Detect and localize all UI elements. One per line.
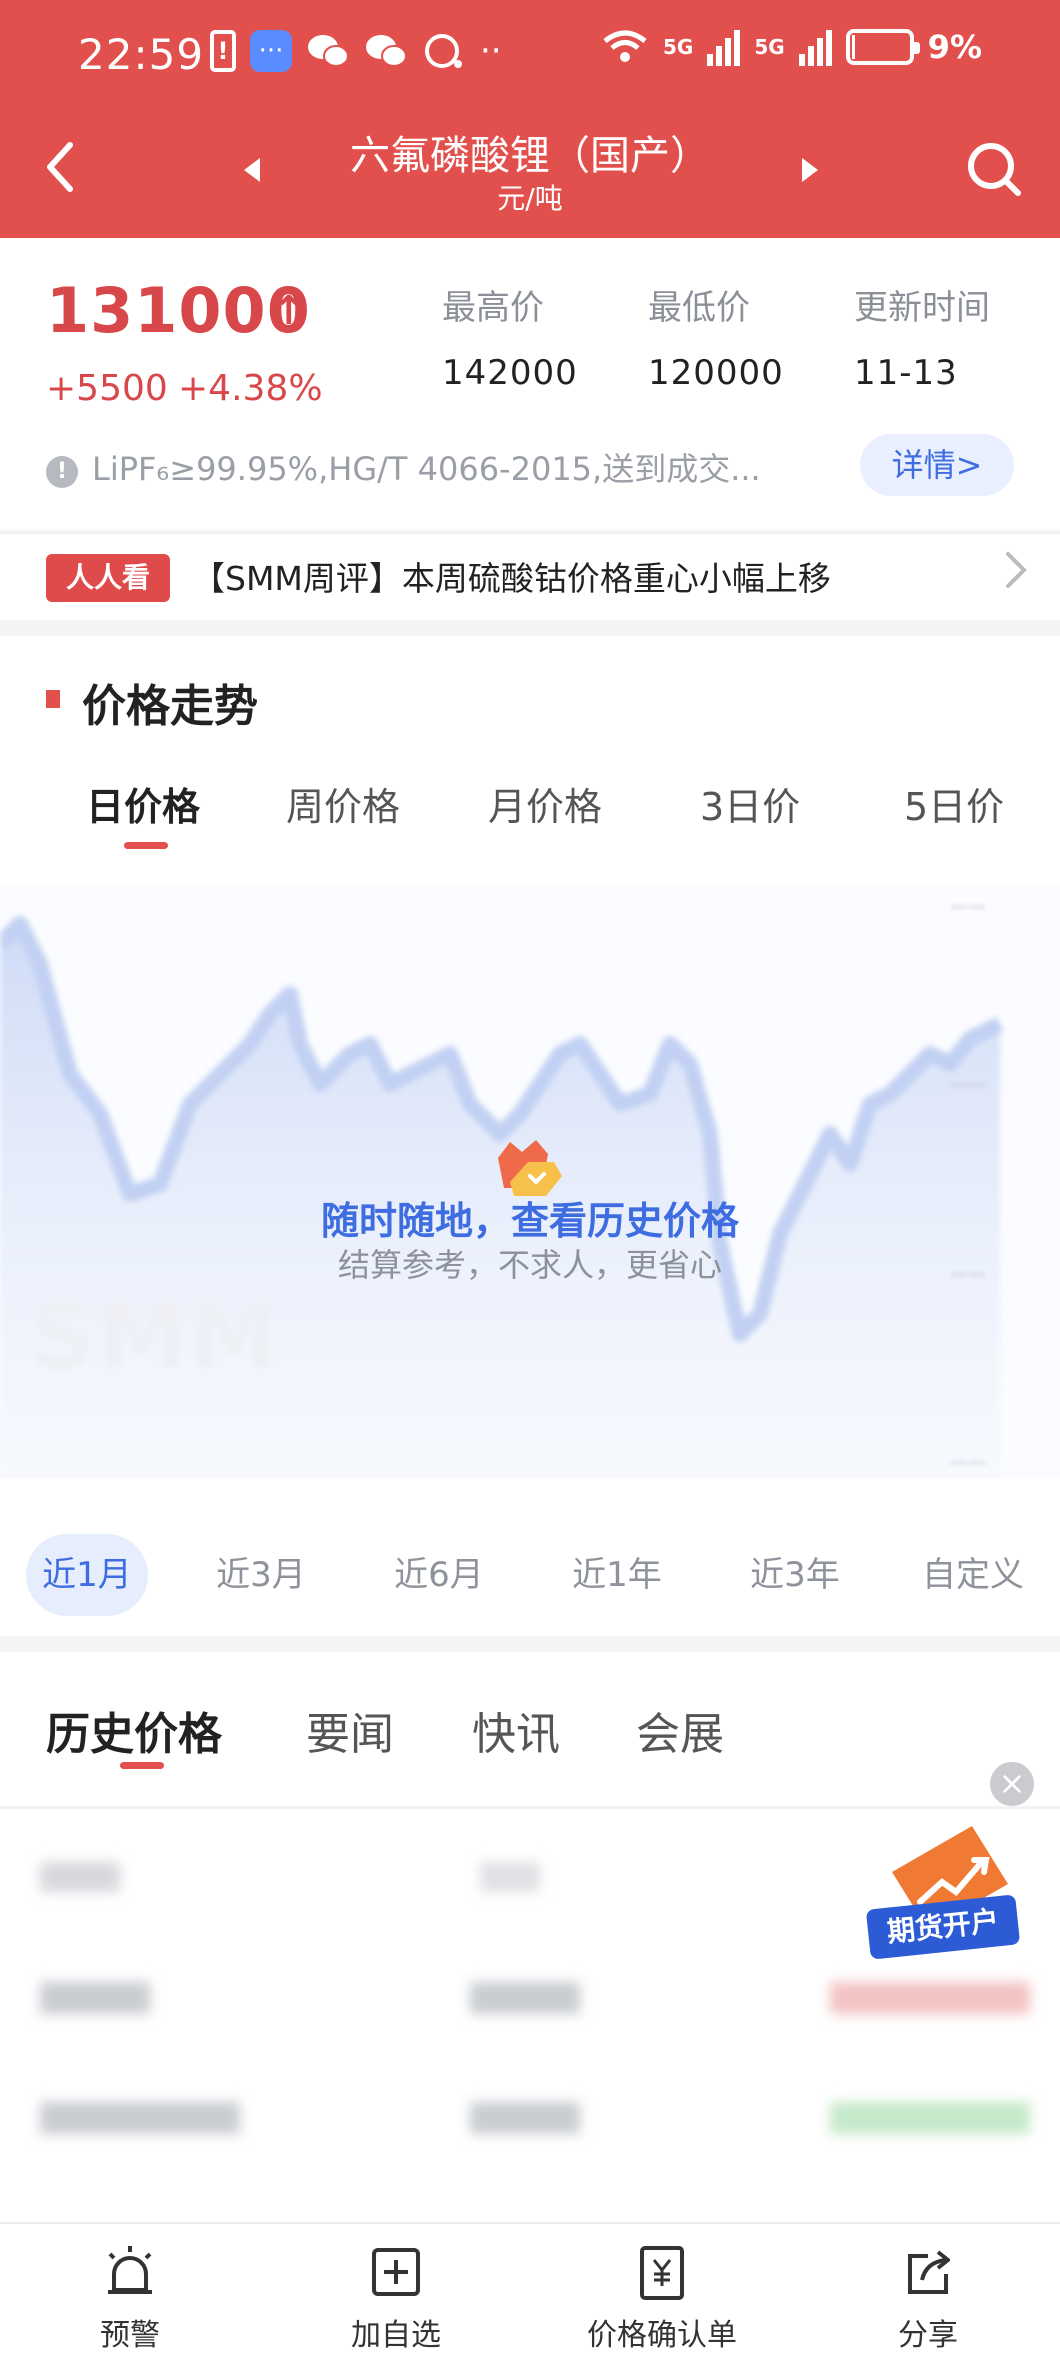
product-unit: 元/吨 — [497, 182, 563, 215]
section-title: 价格走势 — [82, 681, 258, 732]
range-1m[interactable]: 近1月 — [26, 1534, 148, 1616]
stat-high-label: 最高价 — [442, 288, 544, 328]
tab-exhibition[interactable]: 会展 — [636, 1698, 724, 1762]
history-promo-title[interactable]: 随时随地，查看历史价格 — [0, 1190, 1060, 1245]
axis-tick-placeholder: —— — [950, 1452, 986, 1473]
news-badge: 人人看 — [46, 554, 170, 602]
stat-update-time: 更新时间 11-13 — [854, 280, 990, 393]
range-3y[interactable]: 近3年 — [734, 1534, 856, 1616]
range-6m[interactable]: 近6月 — [378, 1534, 500, 1616]
network-label-1: 5G — [662, 35, 694, 59]
axis-tick-placeholder: —— — [950, 1074, 986, 1095]
battery-alert-icon: ! — [210, 30, 236, 72]
wifi-icon — [603, 30, 647, 62]
history-section: 历史价格 要闻 快讯 会展 × 期货开户 — [0, 1652, 1060, 2222]
triangle-right-icon — [802, 158, 818, 182]
more-notifications-icon: ·· — [480, 31, 502, 71]
tab-flash[interactable]: 快讯 — [472, 1698, 560, 1762]
price-change: +5500 — [46, 368, 168, 409]
price-panel: 131000 ↑ +5500 +4.38% 最高价 142000 最低价 120… — [0, 238, 1060, 530]
stat-time-value: 11-13 — [854, 353, 958, 393]
tab-weekly[interactable]: 周价格 — [286, 776, 400, 831]
add-watchlist-label: 加自选 — [351, 2318, 441, 2353]
price-confirm-label: 价格确认单 — [587, 2318, 737, 2353]
stat-low-value: 120000 — [648, 353, 784, 393]
stat-high: 最高价 142000 — [442, 280, 578, 393]
tab-monthly[interactable]: 月价格 — [488, 776, 602, 831]
status-time: 22:59 — [78, 30, 205, 79]
section-marker — [46, 690, 60, 708]
product-title: 六氟磷酸锂（国产） — [350, 133, 710, 179]
history-promo-subtitle: 结算参考，不求人，更省心 — [337, 1246, 722, 1284]
alarm-icon — [108, 2246, 152, 2294]
notification-icons: ! ··· ·· — [210, 30, 502, 72]
chevron-right-icon — [1004, 548, 1028, 602]
nav-bar: 六氟磷酸锂（国产） 元/吨 — [0, 115, 1060, 238]
battery-icon — [845, 29, 920, 65]
price-up-icon: ↑ — [272, 288, 306, 334]
share-icon — [908, 2250, 950, 2294]
smm-watermark: SMM — [30, 1284, 280, 1389]
spec-text: LiPF₆≥99.95%,HG/T 4066-2015,送到成交... — [92, 450, 761, 488]
tab-3day[interactable]: 3日价 — [700, 776, 800, 831]
stat-low-label: 最低价 — [648, 288, 750, 328]
table-row — [0, 2062, 1060, 2182]
bottom-action-bar: 预警 加自选 价格确认单 分享 — [0, 2222, 1060, 2376]
detail-button[interactable]: 详情> — [860, 434, 1014, 496]
signal-icon-1 — [707, 28, 741, 66]
signal-icon-2 — [798, 28, 832, 66]
search-button[interactable] — [960, 135, 1030, 205]
wechat-icon — [308, 35, 349, 67]
back-arrow-icon — [47, 142, 73, 192]
stat-high-value: 142000 — [442, 353, 578, 393]
status-bar: 22:59 ! ··· ·· 5G 5G 9% — [0, 0, 1060, 115]
range-3m[interactable]: 近3月 — [200, 1534, 322, 1616]
price-change-percent: +4.38% — [178, 368, 323, 409]
history-tab-indicator — [120, 1762, 164, 1769]
share-label: 分享 — [898, 2318, 958, 2353]
close-ad-button[interactable]: × — [990, 1762, 1034, 1806]
range-1y[interactable]: 近1年 — [556, 1534, 678, 1616]
system-status: 5G 5G 9% — [601, 28, 982, 66]
network-label-2: 5G — [754, 35, 785, 59]
alert-button[interactable]: 预警 — [30, 2242, 230, 2354]
app-header: 22:59 ! ··· ·· 5G 5G 9% 六氟磷酸锂（国产） 元/吨 — [0, 0, 1060, 238]
wechat-icon-2 — [366, 35, 407, 67]
active-tab-indicator — [124, 842, 168, 849]
alert-label: 预警 — [100, 2318, 160, 2353]
battery-percent: 9% — [927, 28, 982, 66]
add-watchlist-button[interactable]: 加自选 — [296, 2242, 496, 2354]
tab-daily[interactable]: 日价格 — [86, 776, 200, 831]
share-button[interactable]: 分享 — [828, 2242, 1028, 2354]
axis-tick-placeholder: —— — [950, 896, 986, 917]
price-trend-section: 价格走势 日价格 周价格 月价格 3日价 5日价 SMM —— —— —— —— — [0, 636, 1060, 1636]
search-icon — [968, 143, 1021, 196]
message-app-icon: ··· — [250, 30, 292, 72]
time-range-selector: 近1月 近3月 近6月 近1年 近3年 自定义 — [0, 1492, 1060, 1632]
back-button[interactable] — [30, 137, 90, 213]
news-strip[interactable]: 人人看 【SMM周评】本周硫酸钴价格重心小幅上移 — [0, 532, 1060, 620]
tab-5day[interactable]: 5日价 — [904, 776, 1004, 831]
news-headline[interactable]: 【SMM周评】本周硫酸钴价格重心小幅上移 — [192, 552, 831, 600]
tab-history-price[interactable]: 历史价格 — [46, 1698, 222, 1762]
info-icon: ! — [46, 456, 78, 488]
range-custom[interactable]: 自定义 — [908, 1534, 1038, 1616]
price-confirm-button[interactable]: 价格确认单 — [562, 2242, 762, 2354]
triangle-left-icon — [244, 158, 260, 182]
price-confirm-icon — [640, 2246, 684, 2300]
chat-bubble-icon — [425, 34, 462, 68]
product-spec: ! LiPF₆≥99.95%,HG/T 4066-2015,送到成交... — [46, 444, 806, 490]
next-product-button[interactable] — [790, 145, 830, 205]
tab-news[interactable]: 要闻 — [306, 1698, 394, 1762]
stat-time-label: 更新时间 — [854, 288, 990, 328]
stat-low: 最低价 120000 — [648, 280, 784, 393]
previous-product-button[interactable] — [232, 145, 272, 205]
divider — [0, 1806, 1060, 1809]
add-watchlist-icon — [372, 2248, 420, 2296]
